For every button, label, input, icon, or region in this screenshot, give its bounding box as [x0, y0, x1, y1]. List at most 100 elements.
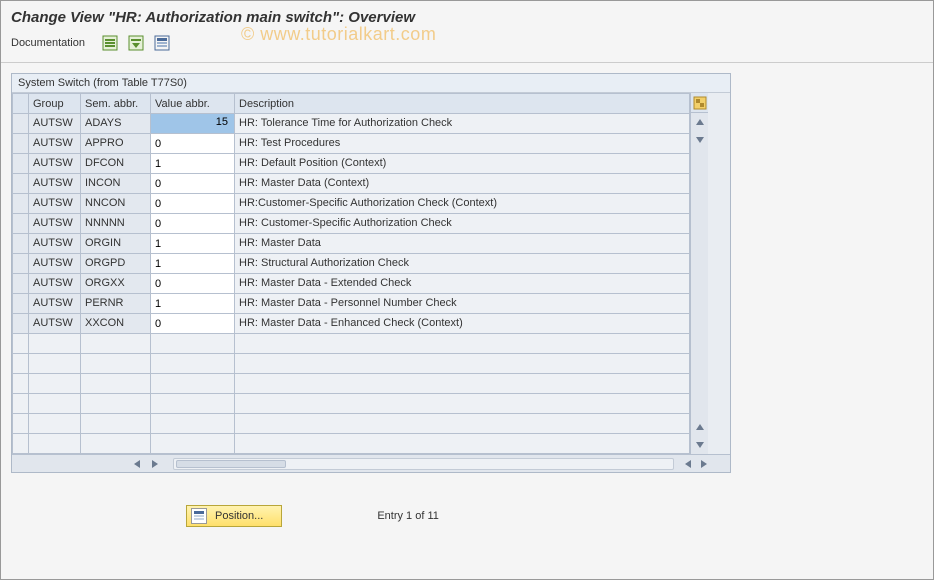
cell-value-input[interactable] — [151, 174, 234, 193]
col-description[interactable]: Description — [235, 94, 690, 114]
select-icon[interactable] — [153, 34, 171, 52]
cell-sem-abbr: APPRO — [81, 134, 150, 153]
col-selector — [13, 94, 29, 114]
cell-value-selected[interactable]: 15 — [151, 114, 234, 133]
table-row-empty — [13, 414, 690, 434]
row-selector[interactable] — [13, 234, 28, 253]
cell-group: AUTSW — [29, 194, 80, 213]
row-selector[interactable] — [13, 214, 28, 233]
cell-sem-abbr: ORGPD — [81, 254, 150, 273]
row-selector[interactable] — [13, 134, 28, 153]
horizontal-scrollbar[interactable] — [12, 454, 730, 472]
cell-description: HR:Customer-Specific Authorization Check… — [235, 194, 689, 213]
row-selector[interactable] — [13, 114, 28, 133]
hscroll-thumb[interactable] — [176, 460, 286, 468]
col-group[interactable]: Group — [29, 94, 81, 114]
hscroll-right2-icon[interactable] — [696, 456, 712, 472]
expand-all-icon[interactable] — [101, 34, 119, 52]
cell-description: HR: Master Data - Extended Check — [235, 274, 689, 293]
cell-description: HR: Master Data - Personnel Number Check — [235, 294, 689, 313]
cell-sem-abbr: NNCON — [81, 194, 150, 213]
table-row-empty — [13, 434, 690, 454]
row-selector[interactable] — [13, 274, 28, 293]
row-selector[interactable] — [13, 254, 28, 273]
table-row[interactable]: AUTSWORGINHR: Master Data — [13, 234, 690, 254]
cell-value-input[interactable] — [151, 274, 234, 293]
cell-value-input[interactable] — [151, 134, 234, 153]
position-button-label: Position... — [215, 510, 263, 522]
cell-description: HR: Master Data (Context) — [235, 174, 689, 193]
col-sem-abbr[interactable]: Sem. abbr. — [81, 94, 151, 114]
row-selector[interactable] — [13, 194, 28, 213]
cell-description: HR: Structural Authorization Check — [235, 254, 689, 273]
table-config-icon[interactable] — [691, 93, 708, 113]
cell-sem-abbr: NNNNN — [81, 214, 150, 233]
table-row[interactable]: AUTSWNNCON HR:Customer-Specific Authoriza… — [13, 194, 690, 214]
table-row[interactable]: AUTSWADAYS15HR: Tolerance Time for Autho… — [13, 114, 690, 134]
cell-description: HR: Default Position (Context) — [235, 154, 689, 173]
cell-description: HR: Tolerance Time for Authorization Che… — [235, 114, 689, 133]
cell-sem-abbr: ORGXX — [81, 274, 150, 293]
cell-description: HR: Master Data — [235, 234, 689, 253]
cell-group: AUTSW — [29, 114, 80, 133]
page-title: Change View "HR: Authorization main swit… — [11, 9, 415, 26]
cell-description: HR: Master Data - Enhanced Check (Contex… — [235, 314, 689, 333]
cell-group: AUTSW — [29, 274, 80, 293]
hscroll-track[interactable] — [173, 458, 674, 470]
table-row-empty — [13, 394, 690, 414]
row-selector[interactable] — [13, 154, 28, 173]
cell-group: AUTSW — [29, 314, 80, 333]
position-icon — [191, 508, 207, 524]
table-row[interactable]: AUTSWORGPD HR: Structural Authorization C… — [13, 254, 690, 274]
panel-title: System Switch (from Table T77S0) — [12, 74, 730, 93]
cell-group: AUTSW — [29, 134, 80, 153]
cell-sem-abbr: DFCON — [81, 154, 150, 173]
cell-value-input[interactable] — [151, 294, 234, 313]
cell-sem-abbr: INCON — [81, 174, 150, 193]
cell-group: AUTSW — [29, 154, 80, 173]
cell-value-input[interactable] — [151, 254, 234, 273]
table-row-empty — [13, 354, 690, 374]
toolbar: Documentation © www.tutorialkart.com — [1, 30, 933, 63]
table-row[interactable]: AUTSWORGXX HR: Master Data - Extended Che… — [13, 274, 690, 294]
table-row[interactable]: AUTSWINCONHR: Master Data (Context) — [13, 174, 690, 194]
hscroll-right-icon[interactable] — [147, 456, 163, 472]
row-selector[interactable] — [13, 294, 28, 313]
cell-group: AUTSW — [29, 254, 80, 273]
scroll-down2-icon[interactable] — [691, 436, 708, 454]
cell-description: HR: Test Procedures — [235, 134, 689, 153]
scroll-up-icon[interactable] — [691, 113, 708, 131]
table-row[interactable]: AUTSWAPPRO HR: Test Procedures — [13, 134, 690, 154]
documentation-label: Documentation — [11, 37, 85, 49]
cell-value-input[interactable] — [151, 194, 234, 213]
title-bar: Change View "HR: Authorization main swit… — [1, 1, 933, 30]
cell-group: AUTSW — [29, 214, 80, 233]
cell-value-input[interactable] — [151, 234, 234, 253]
scroll-up2-icon[interactable] — [691, 418, 708, 436]
cell-sem-abbr: XXCON — [81, 314, 150, 333]
table-row[interactable]: AUTSWNNNNN HR: Customer-Specific Authoriz… — [13, 214, 690, 234]
scroll-down-icon[interactable] — [691, 131, 708, 149]
cell-sem-abbr: ORGIN — [81, 234, 150, 253]
table-row[interactable]: AUTSWDFCON HR: Default Position (Context) — [13, 154, 690, 174]
settings-table: Group Sem. abbr. Value abbr. Description… — [12, 93, 690, 454]
vertical-scrollbar[interactable] — [690, 93, 708, 454]
cell-value-input[interactable] — [151, 154, 234, 173]
hscroll-left2-icon[interactable] — [680, 456, 696, 472]
table-row[interactable]: AUTSWXXCON HR: Master Data - Enhanced Che… — [13, 314, 690, 334]
cell-value-input[interactable] — [151, 314, 234, 333]
col-value-abbr[interactable]: Value abbr. — [151, 94, 235, 114]
cell-value-input[interactable] — [151, 214, 234, 233]
collapse-all-icon[interactable] — [127, 34, 145, 52]
cell-group: AUTSW — [29, 294, 80, 313]
cell-sem-abbr: PERNR — [81, 294, 150, 313]
footer: Position... Entry 1 of 11 — [11, 505, 923, 527]
cell-description: HR: Customer-Specific Authorization Chec… — [235, 214, 689, 233]
entry-count: Entry 1 of 11 — [377, 510, 439, 522]
hscroll-left-icon[interactable] — [129, 456, 145, 472]
table-row-empty — [13, 374, 690, 394]
position-button[interactable]: Position... — [186, 505, 282, 527]
table-row[interactable]: AUTSWPERNR HR: Master Data - Personnel Nu… — [13, 294, 690, 314]
row-selector[interactable] — [13, 314, 28, 333]
row-selector[interactable] — [13, 174, 28, 193]
